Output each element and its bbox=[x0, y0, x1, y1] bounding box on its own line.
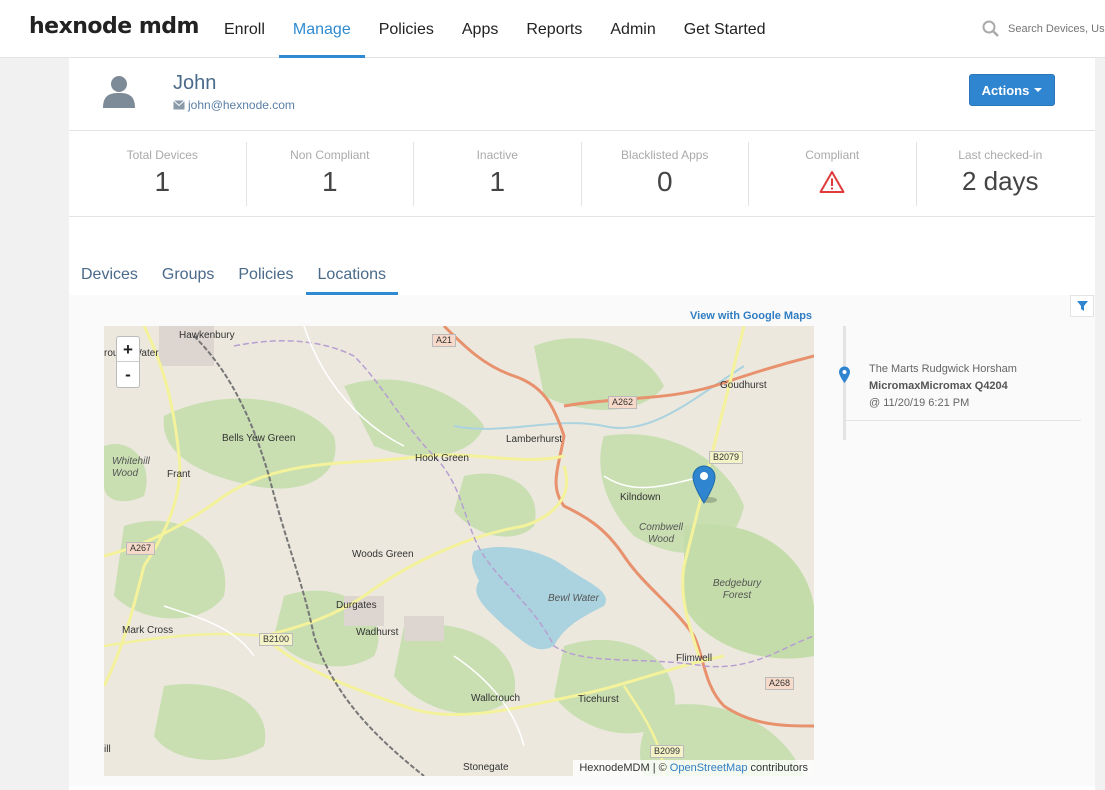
envelope-icon bbox=[173, 100, 185, 110]
attribution-suffix: contributors bbox=[750, 762, 808, 774]
location-time: @ 11/20/19 6:21 PM bbox=[869, 397, 970, 409]
warning-triangle-icon bbox=[819, 171, 845, 193]
actions-button[interactable]: Actions bbox=[969, 74, 1055, 106]
stat-value: 2 days bbox=[961, 166, 1039, 196]
map-place-label: Lamberhurst bbox=[506, 434, 563, 445]
stat-label: Blacklisted Apps bbox=[621, 148, 709, 162]
map-road-label: B2100 bbox=[259, 633, 294, 646]
map-place-label: Bewl Water bbox=[548, 593, 599, 604]
map-tiles bbox=[104, 326, 814, 776]
stat-value: 0 bbox=[656, 166, 673, 197]
map-place-label: Hook Green bbox=[415, 453, 469, 464]
map-road-label: B2099 bbox=[650, 745, 685, 758]
filter-button[interactable] bbox=[1070, 295, 1094, 317]
hexnode-logo[interactable]: hexnode mdm bbox=[29, 14, 199, 39]
location-entry[interactable]: The Marts Rudgwick Horsham MicromaxMicro… bbox=[839, 326, 1081, 421]
map-place-label: Stonegate bbox=[463, 762, 509, 773]
stat-label: Inactive bbox=[476, 148, 518, 162]
map-road-label: B2079 bbox=[709, 451, 744, 464]
nav-apps[interactable]: Apps bbox=[448, 0, 512, 58]
actions-label: Actions bbox=[981, 82, 1030, 98]
tab-policies[interactable]: Policies bbox=[226, 262, 305, 295]
view-google-maps-link[interactable]: View with Google Maps bbox=[690, 310, 812, 322]
map-place-label: Kilndown bbox=[620, 492, 661, 503]
stat-last-checked-in[interactable]: Last checked-in 2 days bbox=[917, 142, 1085, 206]
locations-content: View with Google Maps Hawkenbury Water B… bbox=[69, 295, 1095, 785]
map-place-label: Hawkenbury bbox=[179, 330, 235, 341]
search-input[interactable] bbox=[1008, 23, 1105, 35]
stat-value: 1 bbox=[321, 166, 338, 197]
map-place-label: Bells Yew Green bbox=[222, 433, 296, 444]
map-road-label: A268 bbox=[765, 677, 795, 690]
nav-policies[interactable]: Policies bbox=[365, 0, 448, 58]
nav-admin[interactable]: Admin bbox=[596, 0, 669, 58]
attribution-prefix: HexnodeMDM | © bbox=[579, 762, 667, 774]
filter-icon bbox=[1076, 300, 1088, 311]
stat-value: 1 bbox=[489, 166, 506, 197]
tab-groups[interactable]: Groups bbox=[150, 262, 226, 295]
stat-label: Non Compliant bbox=[290, 148, 370, 162]
stat-label: Last checked-in bbox=[958, 148, 1043, 162]
map-place-label: Wallcrouch bbox=[471, 693, 521, 704]
user-avatar-icon bbox=[103, 76, 135, 108]
map-place-label: Durgates bbox=[336, 600, 377, 611]
map-zoom-control: + - bbox=[116, 336, 140, 388]
map-place-label: Wadhurst bbox=[356, 627, 399, 638]
map-place-label: Ticehurst bbox=[578, 694, 619, 705]
map-place-label: Mark Cross bbox=[122, 625, 174, 636]
map-marker-icon[interactable] bbox=[691, 464, 717, 504]
location-history-list: The Marts Rudgwick Horsham MicromaxMicro… bbox=[839, 326, 1081, 440]
stats-bar: Total Devices 1 Non Compliant 1 Inactive… bbox=[79, 142, 1095, 206]
user-email-row: john@hexnode.com bbox=[173, 98, 295, 112]
user-profile-header: John john@hexnode.com Actions bbox=[69, 58, 1095, 131]
map-attribution: HexnodeMDM | © OpenStreetMap contributor… bbox=[573, 760, 814, 776]
stat-label: Compliant bbox=[805, 148, 860, 162]
top-navbar: hexnode mdm Enroll Manage Policies Apps … bbox=[0, 0, 1105, 58]
divider bbox=[69, 216, 1095, 217]
stat-value: 1 bbox=[154, 166, 171, 197]
user-tabs: Devices Groups Policies Locations bbox=[69, 262, 398, 295]
map-place-label: Bedgebury Forest bbox=[712, 578, 762, 601]
stat-compliant[interactable]: Compliant bbox=[749, 142, 917, 206]
map-place-label: ill bbox=[104, 744, 111, 755]
nav-get-started[interactable]: Get Started bbox=[670, 0, 780, 58]
location-device: MicromaxMicromax Q4204 bbox=[869, 380, 1008, 392]
stat-total-devices[interactable]: Total Devices 1 bbox=[79, 142, 247, 206]
location-pin-icon bbox=[839, 366, 850, 383]
main-nav: Enroll Manage Policies Apps Reports Admi… bbox=[210, 0, 780, 58]
map-place-label: Combwell Wood bbox=[639, 522, 683, 545]
map-place-label: Goudhurst bbox=[720, 380, 767, 391]
map-place-label: Woods Green bbox=[352, 549, 414, 560]
tab-locations[interactable]: Locations bbox=[305, 262, 399, 295]
stat-blacklisted-apps[interactable]: Blacklisted Apps 0 bbox=[582, 142, 749, 206]
map-road-label: A21 bbox=[432, 334, 457, 347]
map-place-label: Frant bbox=[167, 469, 191, 480]
map-road-label: A267 bbox=[126, 542, 156, 555]
zoom-in-button[interactable]: + bbox=[117, 337, 139, 362]
map-place-label: Whitehill Wood bbox=[112, 456, 150, 479]
user-email[interactable]: john@hexnode.com bbox=[188, 98, 295, 112]
caret-down-icon bbox=[1034, 88, 1043, 92]
nav-reports[interactable]: Reports bbox=[512, 0, 596, 58]
openstreetmap-link[interactable]: OpenStreetMap bbox=[670, 762, 748, 774]
map-place-label: Flimwell bbox=[676, 653, 713, 664]
map-road-label: A262 bbox=[608, 396, 638, 409]
global-search bbox=[982, 20, 1105, 38]
stat-non-compliant[interactable]: Non Compliant 1 bbox=[247, 142, 414, 206]
stat-inactive[interactable]: Inactive 1 bbox=[414, 142, 582, 206]
search-icon[interactable] bbox=[982, 20, 1000, 38]
user-details-panel: John john@hexnode.com Actions Total Devi… bbox=[69, 58, 1095, 790]
location-map[interactable]: Hawkenbury rough Water Bells Yew Green W… bbox=[104, 326, 814, 776]
location-place: The Marts Rudgwick Horsham bbox=[869, 363, 1017, 375]
user-name: John bbox=[173, 72, 217, 94]
tab-devices[interactable]: Devices bbox=[69, 262, 150, 295]
zoom-out-button[interactable]: - bbox=[117, 362, 139, 387]
nav-manage[interactable]: Manage bbox=[278, 0, 365, 58]
nav-enroll[interactable]: Enroll bbox=[210, 0, 279, 58]
stat-label: Total Devices bbox=[126, 148, 198, 162]
